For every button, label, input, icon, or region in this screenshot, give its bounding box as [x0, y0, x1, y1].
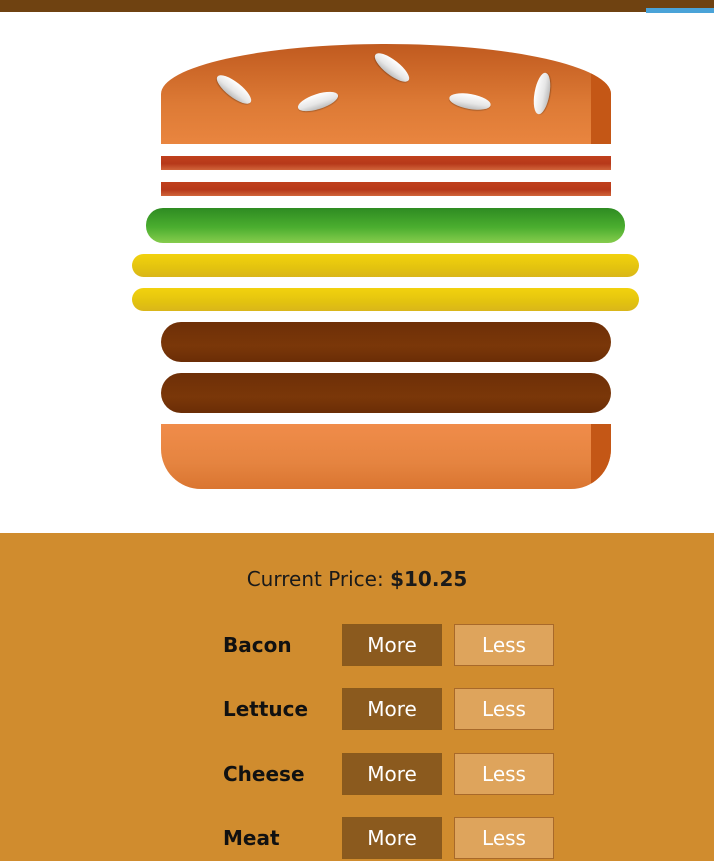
price-value: $10.25: [390, 567, 468, 591]
cheese-more-button[interactable]: More: [342, 753, 442, 795]
bun-bottom: [161, 424, 611, 489]
bun-top: [161, 44, 611, 144]
current-price: Current Price: $10.25: [0, 567, 714, 591]
sesame-seed: [448, 90, 492, 113]
controls-panel: Current Price: $10.25 Bacon More Less Le…: [0, 533, 714, 861]
bacon-less-button[interactable]: Less: [454, 624, 554, 666]
meat-more-button[interactable]: More: [342, 817, 442, 859]
ingredient-label: Lettuce: [223, 697, 309, 721]
top-bar: [0, 0, 714, 13]
meat-layer: [161, 373, 611, 413]
lettuce-more-button[interactable]: More: [342, 688, 442, 730]
bacon-layer: [161, 156, 611, 170]
meat-less-button[interactable]: Less: [454, 817, 554, 859]
bacon-more-button[interactable]: More: [342, 624, 442, 666]
cheese-layer: [132, 254, 639, 277]
cheese-layer: [132, 288, 639, 311]
ingredient-label: Cheese: [223, 762, 305, 786]
sesame-seed: [295, 87, 341, 116]
lettuce-less-button[interactable]: Less: [454, 688, 554, 730]
ingredient-label: Bacon: [223, 633, 292, 657]
meat-layer: [161, 322, 611, 362]
sesame-seed: [530, 71, 554, 116]
cheese-less-button[interactable]: Less: [454, 753, 554, 795]
lettuce-layer: [146, 208, 625, 243]
ingredient-label: Meat: [223, 826, 280, 850]
bacon-layer: [161, 182, 611, 196]
top-bar-blue-accent: [646, 0, 714, 13]
sesame-seed: [370, 48, 414, 87]
top-bar-brown-strip: [0, 0, 646, 12]
sesame-seed: [212, 70, 256, 109]
price-label: Current Price:: [246, 567, 384, 591]
